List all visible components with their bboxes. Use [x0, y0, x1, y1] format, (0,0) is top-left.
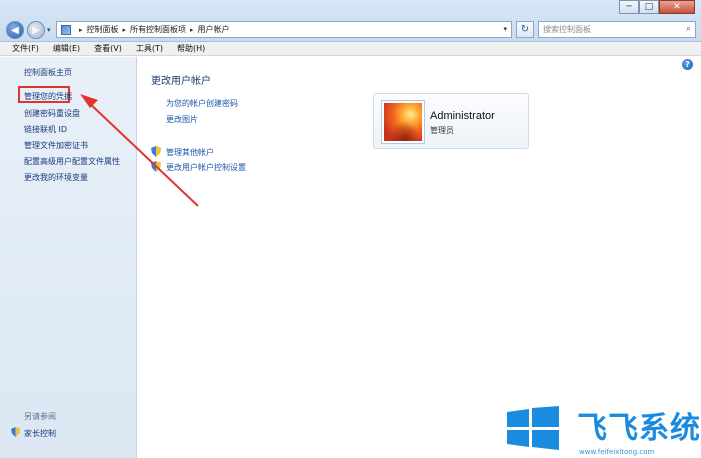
menu-help[interactable]: 帮助(H)	[177, 43, 205, 54]
window-controls: ─ □ ✕	[619, 0, 695, 14]
watermark-url: www.feifeixitong.com	[579, 448, 655, 456]
breadcrumb-user-accounts[interactable]: 用户帐户	[198, 24, 230, 35]
address-dropdown-icon[interactable]: ▾	[503, 25, 507, 33]
search-placeholder: 搜索控制面板	[543, 25, 591, 34]
close-button[interactable]: ✕	[659, 0, 695, 14]
help-icon[interactable]: ?	[682, 59, 693, 70]
sidebar-env-variables[interactable]: 更改我的环境变量	[24, 172, 88, 183]
sidebar-create-reset-disk[interactable]: 创建密码重设盘	[24, 108, 80, 119]
address-bar[interactable]: ▸ 控制面板 ▸ 所有控制面板项 ▸ 用户帐户 ▾	[56, 21, 512, 38]
menu-file[interactable]: 文件(F)	[12, 43, 39, 54]
breadcrumb-control-panel[interactable]: 控制面板	[87, 24, 119, 35]
sidebar-manage-credentials[interactable]: 管理您的凭据	[24, 91, 72, 102]
see-also-heading: 另请参阅	[24, 412, 56, 421]
sidebar-link-online-id[interactable]: 链接联机 ID	[24, 124, 67, 135]
uac-shield-icon	[151, 146, 161, 157]
forward-button[interactable]: ▶	[27, 21, 45, 39]
search-input[interactable]: 搜索控制面板 ⌕	[538, 21, 696, 38]
menu-tools[interactable]: 工具(T)	[136, 43, 163, 54]
refresh-button[interactable]: ↻	[516, 21, 534, 38]
breadcrumb-all-items[interactable]: 所有控制面板项	[130, 24, 186, 35]
crumb-separator-icon[interactable]: ▸	[79, 26, 83, 34]
sidebar-home-link[interactable]: 控制面板主页	[24, 67, 72, 78]
back-button[interactable]: ◀	[6, 21, 24, 39]
create-password-link[interactable]: 为您的帐户创建密码	[166, 98, 238, 109]
page-title: 更改用户帐户	[151, 76, 211, 87]
account-name: Administrator	[430, 110, 495, 122]
manage-other-accounts-link[interactable]: 管理其他帐户	[166, 147, 214, 158]
crumb-separator-icon[interactable]: ▸	[123, 26, 127, 34]
windows-logo-icon	[507, 406, 559, 450]
menu-edit[interactable]: 编辑(E)	[53, 43, 80, 54]
account-card[interactable]: Administrator 管理员	[373, 93, 529, 149]
menu-view[interactable]: 查看(V)	[94, 43, 122, 54]
main-content: ? 更改用户帐户 为您的帐户创建密码 更改图片 管理其他帐户 更改用户帐户控制设…	[138, 57, 701, 458]
maximize-button[interactable]: □	[639, 0, 659, 14]
watermark: 飞飞系统 www.feifeixitong.com	[499, 400, 701, 458]
parental-controls-link[interactable]: 家长控制	[24, 428, 56, 439]
sidebar-manage-encryption-certs[interactable]: 管理文件加密证书	[24, 140, 88, 151]
uac-settings-link[interactable]: 更改用户帐户控制设置	[166, 162, 246, 173]
menu-bar: 文件(F) 编辑(E) 查看(V) 工具(T) 帮助(H)	[0, 42, 701, 56]
uac-shield-icon	[151, 161, 161, 172]
change-picture-link[interactable]: 更改图片	[166, 114, 198, 125]
search-icon[interactable]: ⌕	[686, 24, 691, 34]
watermark-text: 飞飞系统	[577, 411, 701, 446]
control-panel-icon	[61, 24, 71, 35]
crumb-separator-icon[interactable]: ▸	[190, 26, 194, 34]
account-type: 管理员	[430, 126, 454, 135]
parental-controls-icon	[11, 427, 20, 437]
sidebar-advanced-profile[interactable]: 配置高级用户配置文件属性	[24, 156, 120, 167]
recent-pages-chevron-icon[interactable]: ▾	[47, 26, 51, 34]
minimize-button[interactable]: ─	[619, 0, 639, 14]
avatar	[382, 101, 424, 143]
sidebar: 控制面板主页 管理您的凭据 创建密码重设盘 链接联机 ID 管理文件加密证书 配…	[0, 57, 137, 458]
